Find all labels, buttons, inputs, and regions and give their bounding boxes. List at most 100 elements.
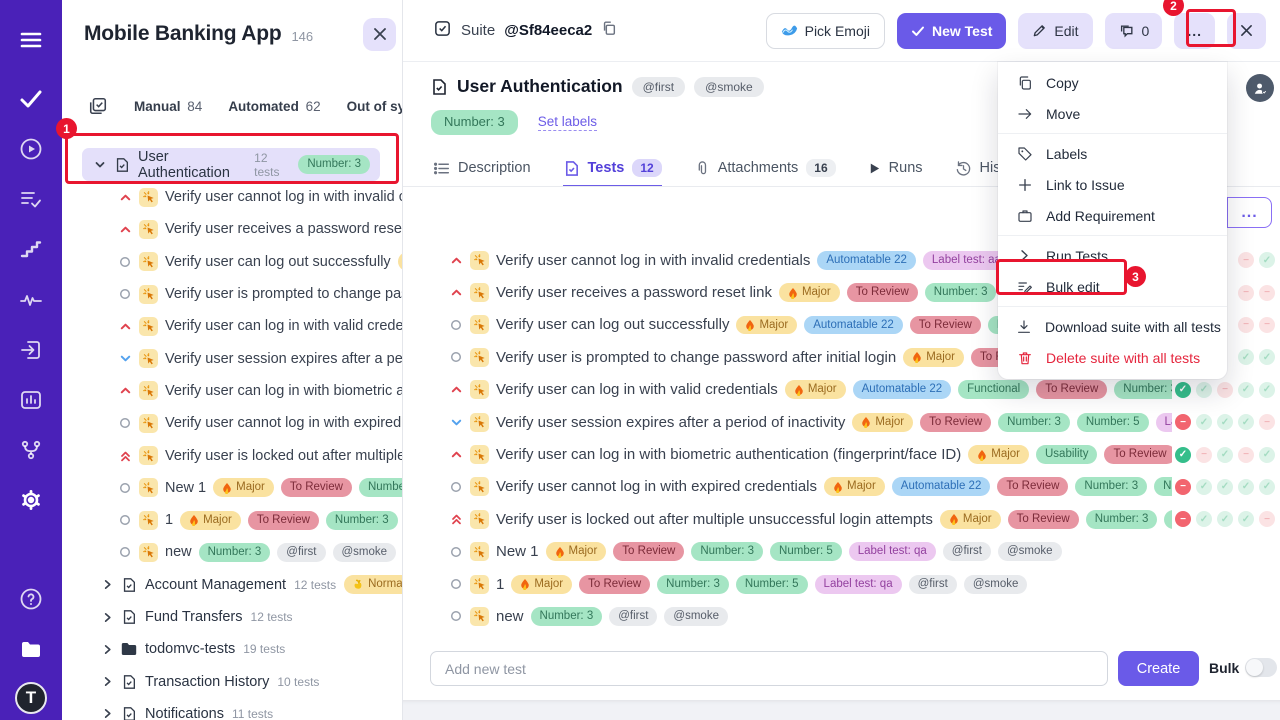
chevron-right-icon <box>1016 247 1033 264</box>
badge-major: Major <box>546 542 607 561</box>
tree-test-row[interactable]: Verify user is locked out after multiple… <box>62 439 403 471</box>
menu-item-labels[interactable]: Labels <box>998 138 1227 169</box>
steps-icon[interactable] <box>18 236 44 262</box>
chevron-down-icon[interactable] <box>94 159 106 171</box>
badge-number-3: Number: 3 <box>691 542 763 561</box>
download-icon <box>1016 318 1032 335</box>
copy-suite-id-icon[interactable] <box>601 20 617 41</box>
tab-runs[interactable]: Runs <box>868 150 923 186</box>
test-click-emoji-icon <box>139 381 158 400</box>
tree-test-row[interactable]: Verify user receives a password reset li… <box>62 213 403 245</box>
test-row[interactable]: Verify user cannot log in with expired c… <box>430 471 1280 503</box>
filter-manual[interactable]: Manual 84 <box>134 99 202 114</box>
tab-attachments[interactable]: Attachments16 <box>694 150 836 186</box>
tree-test-row[interactable]: newNumber: 3@first@smoke <box>62 536 403 568</box>
tree-test-row[interactable]: Verify user session expires after a peri… <box>62 342 403 374</box>
tree-test-row[interactable]: Verify user can log in with valid creden… <box>62 310 403 342</box>
branch-icon[interactable] <box>18 437 44 463</box>
set-labels-link[interactable]: Set labels <box>538 114 597 131</box>
play-circle-icon[interactable] <box>18 136 44 162</box>
tree-test-row[interactable]: Verify user is prompted to change passwo… <box>62 278 403 310</box>
list-check-icon[interactable] <box>18 186 44 212</box>
comments-button[interactable]: 0 <box>1105 13 1163 49</box>
test-row[interactable]: New 1MajorTo ReviewNumber: 3Number: 5Lab… <box>430 536 1280 568</box>
tree-suite-row[interactable]: Transaction History 10 tests <box>62 665 403 697</box>
suite-number-badge: Number: 3 <box>298 155 370 174</box>
folder-icon[interactable] <box>18 637 44 663</box>
menu-item-download-suite-with-all-tests[interactable]: Download suite with all tests <box>998 311 1227 342</box>
badge-to-review: To Review <box>579 575 650 594</box>
tree-test-row[interactable]: Verify user can log out successfullyMajo… <box>62 246 403 278</box>
tree-suite-user-authentication[interactable]: User Authentication 12 tests Number: 3 <box>82 148 380 181</box>
tree-suite-row[interactable]: Account Management 12 testsNormal <box>62 569 403 601</box>
tree-test-row[interactable]: Verify user cannot log in with expired c… <box>62 407 403 439</box>
test-title: Verify user receives a password reset li… <box>165 221 403 237</box>
test-row[interactable]: Verify user session expires after a peri… <box>430 406 1280 438</box>
close-suite-button[interactable] <box>1227 13 1266 49</box>
test-row[interactable]: Verify user can log in with biometric au… <box>430 438 1280 470</box>
annotation-badge-step3: 3 <box>1125 266 1146 287</box>
test-click-emoji-icon <box>470 542 489 561</box>
chevron-right-icon[interactable] <box>102 676 113 687</box>
pick-emoji-button[interactable]: Pick Emoji <box>766 13 885 49</box>
priority-none-icon <box>118 255 132 269</box>
badge-number-3: Number: 3 <box>998 413 1070 432</box>
sign-in-icon[interactable] <box>18 337 44 363</box>
help-icon[interactable] <box>18 586 44 612</box>
test-row[interactable]: Verify user is locked out after multiple… <box>430 503 1280 535</box>
filter-out-of-sync[interactable]: Out of sync <box>347 99 403 114</box>
chevron-right-icon[interactable] <box>102 579 113 590</box>
tree-suite-row[interactable]: Fund Transfers 12 tests <box>62 601 403 633</box>
new-test-button[interactable]: New Test <box>897 13 1006 49</box>
menu-item-delete-suite-with-all-tests[interactable]: Delete suite with all tests <box>998 342 1227 373</box>
tab-description[interactable]: Description <box>433 150 531 186</box>
priority-high-icon <box>449 253 463 267</box>
multi-select-icon[interactable] <box>88 96 108 116</box>
test-row[interactable]: newNumber: 3@first@smoke <box>430 600 1280 632</box>
ellipsis-icon: ... <box>1187 23 1202 39</box>
chevron-right-icon[interactable] <box>102 708 113 719</box>
tree-test-row[interactable]: Verify user cannot log in with invalid c… <box>62 181 403 213</box>
tree-test-row[interactable]: 1MajorTo ReviewNumber: 3Number: 5Label t… <box>62 504 403 536</box>
tab-tests[interactable]: Tests12 <box>563 150 662 186</box>
badge-automatable-22: Automatable 22 <box>817 251 916 270</box>
menu-item-label: Download suite with all tests <box>1045 319 1221 335</box>
gear-icon[interactable] <box>18 487 44 513</box>
assignee-avatar[interactable] <box>1246 74 1274 102</box>
test-row[interactable]: 1MajorTo ReviewNumber: 3Number: 5Label t… <box>430 568 1280 600</box>
check-icon[interactable] <box>18 86 44 112</box>
test-title: New 1 <box>165 480 206 496</box>
bar-chart-icon[interactable] <box>18 387 44 413</box>
menu-divider <box>998 235 1227 236</box>
menu-item-bulk-edit[interactable]: Bulk edit <box>998 271 1227 302</box>
close-tree-button[interactable] <box>363 18 396 51</box>
hamburger-icon[interactable] <box>18 27 44 53</box>
chevron-right-icon[interactable] <box>102 644 113 655</box>
edit-suite-button[interactable]: Edit <box>1018 13 1092 49</box>
filter-automated[interactable]: Automated 62 <box>228 99 320 114</box>
create-test-button[interactable]: Create <box>1118 651 1199 686</box>
menu-item-move[interactable]: Move <box>998 98 1227 129</box>
more-actions-button[interactable]: ... <box>1174 13 1215 49</box>
test-title: Verify user can log out successfully <box>165 254 391 270</box>
priority-high-icon <box>449 383 463 397</box>
tree-suite-row[interactable]: todomvc-tests 19 tests <box>62 633 403 665</box>
bulk-toggle[interactable] <box>1245 658 1277 677</box>
run-split-more[interactable]: ... <box>1227 198 1271 227</box>
badge-to-review: To Review <box>920 413 991 432</box>
activity-icon[interactable] <box>18 287 44 313</box>
menu-item-add-requirement[interactable]: Add Requirement <box>998 200 1227 231</box>
menu-item-copy[interactable]: Copy <box>998 67 1227 98</box>
tree-test-row[interactable]: Verify user can log in with biometric au… <box>62 375 403 407</box>
suite-topbar: Suite @Sf84eeca2 Pick Emoji New Test Edi… <box>403 0 1280 62</box>
add-test-input[interactable] <box>430 651 1108 686</box>
chevron-right-icon[interactable] <box>102 612 113 623</box>
flame-emoji-icon <box>520 578 530 590</box>
menu-item-link-to-issue[interactable]: Link to Issue <box>998 169 1227 200</box>
app-logo[interactable]: T <box>15 682 47 714</box>
priority-high-icon <box>449 448 463 462</box>
menu-item-run-tests[interactable]: Run Tests <box>998 240 1227 271</box>
badge-label-test-qa: Label test: qa <box>815 575 902 594</box>
tree-test-row[interactable]: New 1MajorTo ReviewNumber: 3Number: 5Lab… <box>62 472 403 504</box>
tree-suite-row[interactable]: Notifications 11 tests <box>62 698 403 720</box>
